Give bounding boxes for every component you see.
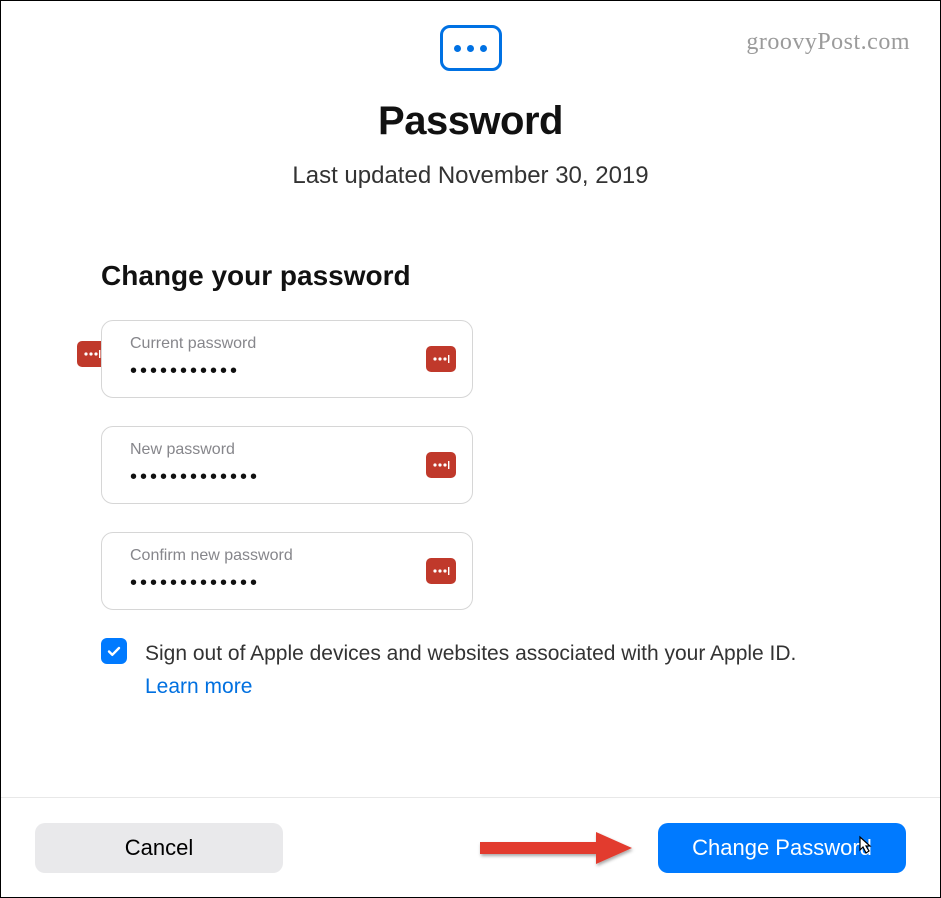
page-title: Password (1, 99, 940, 144)
last-updated-text: Last updated November 30, 2019 (1, 162, 940, 190)
field-value: ••••••••••••• (130, 467, 416, 489)
field-label: New password (130, 441, 416, 459)
password-manager-icon[interactable] (426, 558, 456, 584)
field-value: ••••••••••••• (130, 573, 416, 595)
field-label: Confirm new password (130, 547, 416, 565)
password-icon (440, 25, 502, 71)
new-password-field[interactable]: New password ••••••••••••• (101, 426, 473, 504)
password-manager-icon[interactable] (426, 346, 456, 372)
signout-checkbox-row: Sign out of Apple devices and websites a… (101, 638, 840, 703)
confirm-password-field[interactable]: Confirm new password ••••••••••••• (101, 532, 473, 610)
annotation-arrow (476, 826, 636, 870)
field-value: ••••••••••• (130, 361, 416, 383)
content: Change your password Current password ••… (1, 190, 940, 703)
footer: Cancel Change Password (1, 797, 940, 897)
learn-more-link[interactable]: Learn more (145, 675, 252, 698)
section-heading: Change your password (101, 260, 840, 292)
change-password-button[interactable]: Change Password (658, 823, 906, 873)
checkbox-text: Sign out of Apple devices and websites a… (145, 642, 796, 665)
password-manager-icon[interactable] (426, 452, 456, 478)
signout-checkbox[interactable] (101, 638, 127, 664)
current-password-field[interactable]: Current password ••••••••••• (101, 320, 473, 398)
cancel-button[interactable]: Cancel (35, 823, 283, 873)
signout-checkbox-label: Sign out of Apple devices and websites a… (145, 638, 830, 703)
dialog-frame: groovyPost.com Password Last updated Nov… (0, 0, 941, 898)
watermark: groovyPost.com (746, 29, 910, 56)
field-label: Current password (130, 335, 416, 353)
